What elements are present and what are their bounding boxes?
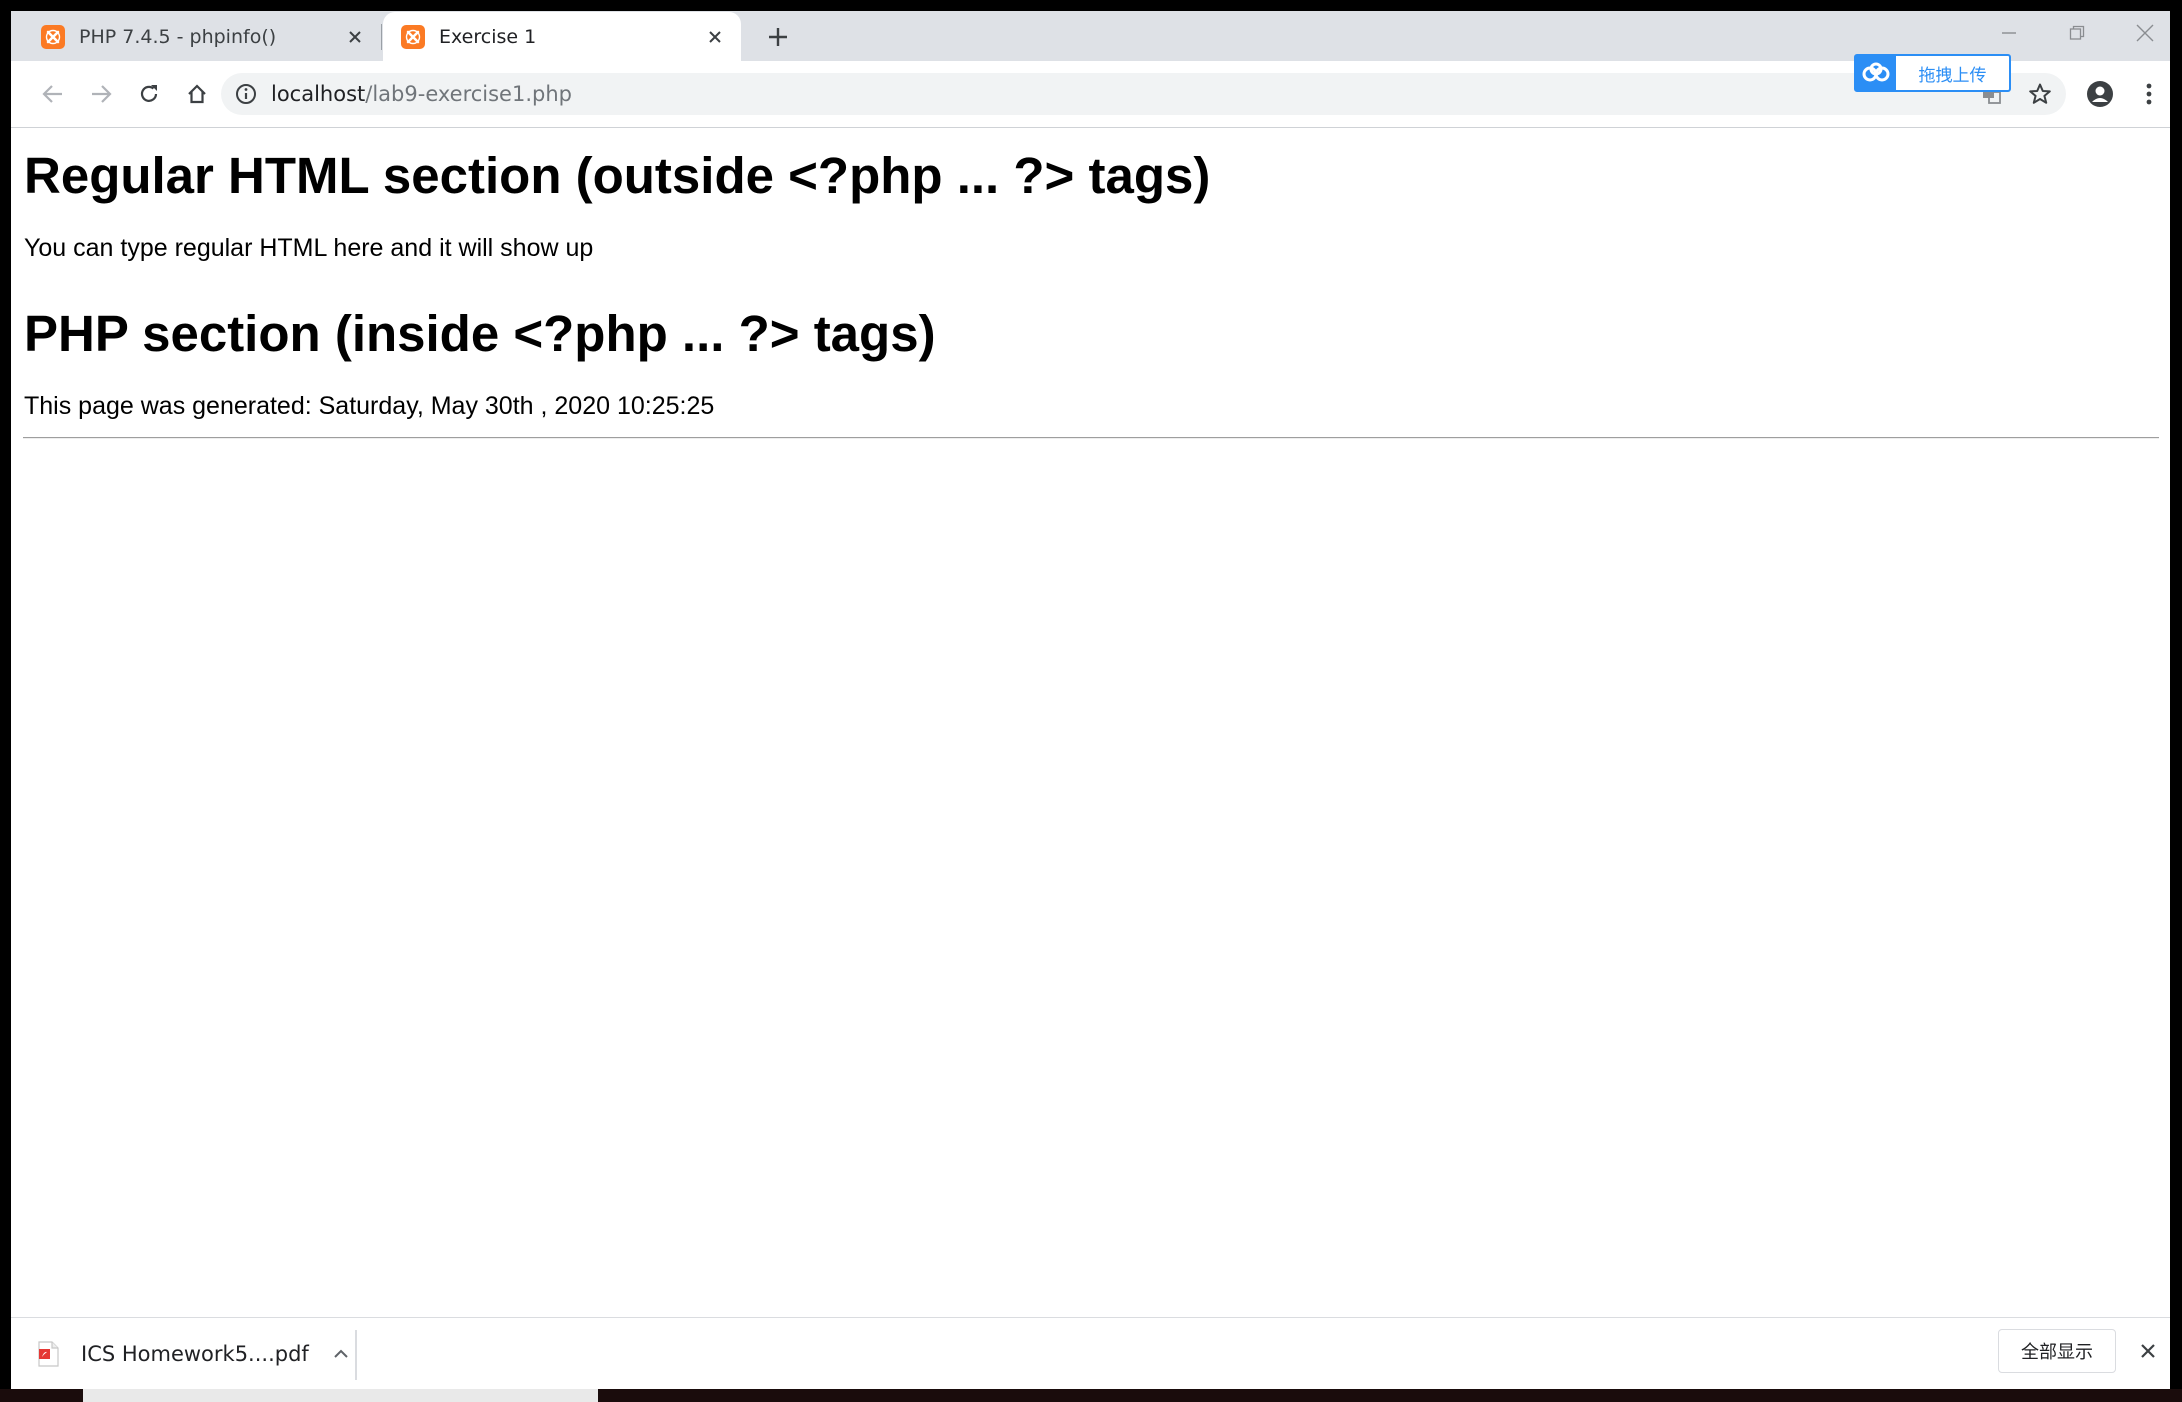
tab-exercise-1[interactable]: Exercise 1 [383,12,741,61]
home-icon [188,84,206,104]
xampp-icon [41,24,65,49]
info-icon[interactable] [235,83,257,105]
url-host: localhost [271,82,366,106]
reload-icon [140,85,158,102]
chevron-up-icon[interactable] [333,1349,349,1359]
browser-toolbar: localhost/lab9-exercise1.php [11,61,2170,128]
download-divider [355,1330,357,1380]
paragraph-regular-html: You can type regular HTML here and it wi… [24,234,594,262]
profile-avatar-icon[interactable] [2080,74,2120,114]
download-bar: ICS Homework5....pdf 全部显示 [11,1317,2170,1389]
back-button[interactable] [33,74,73,114]
heading-regular-html: Regular HTML section (outside <?php ... … [24,147,1211,204]
download-file-name: ICS Homework5....pdf [81,1342,309,1366]
reload-button[interactable] [129,74,169,114]
close-window-icon[interactable] [2111,11,2170,55]
minimize-icon[interactable] [1975,11,2043,55]
arrow-left-icon [42,85,62,103]
address-bar[interactable]: localhost/lab9-exercise1.php [221,73,2066,115]
restore-icon[interactable] [2043,11,2111,55]
tab-title: PHP 7.4.5 - phpinfo() [79,25,277,48]
bookmark-star-icon[interactable] [2020,74,2060,114]
new-tab-button[interactable] [761,20,795,54]
close-tab-icon[interactable] [339,21,371,53]
pdf-file-icon [38,1341,59,1367]
close-tab-icon[interactable] [699,21,731,53]
heading-php-section: PHP section (inside <?php ... ?> tags) [24,305,936,362]
tab-separator [381,24,382,50]
paragraph-generated-date: This page was generated: Saturday, May 3… [24,392,715,420]
tab-phpinfo[interactable]: PHP 7.4.5 - phpinfo() [23,12,381,61]
upload-label: 拖拽上传 [1918,65,1987,86]
horizontal-rule [23,437,2159,439]
show-all-downloads-button[interactable]: 全部显示 [1998,1329,2116,1373]
download-item[interactable]: ICS Homework5....pdf [37,1328,349,1380]
browser-window: PHP 7.4.5 - phpinfo() Exercise 1 localho… [11,11,2170,1389]
menu-kebab-icon[interactable] [2129,74,2169,114]
page-content: Regular HTML section (outside <?php ... … [11,128,2170,1328]
baidu-cloud-icon [1856,56,1896,90]
forward-button[interactable] [81,74,121,114]
xampp-icon [401,24,425,49]
home-button[interactable] [177,74,217,114]
url-path: /lab9-exercise1.php [365,82,572,106]
taskbar-active-item [83,1389,598,1402]
drag-upload-widget[interactable]: 拖拽上传 [1854,54,2011,92]
tab-title: Exercise 1 [439,25,537,48]
arrow-right-icon [92,85,112,103]
tab-strip: PHP 7.4.5 - phpinfo() Exercise 1 [11,11,2170,61]
close-download-bar-icon[interactable] [2131,1334,2165,1368]
url-text: localhost/lab9-exercise1.php [271,82,572,106]
